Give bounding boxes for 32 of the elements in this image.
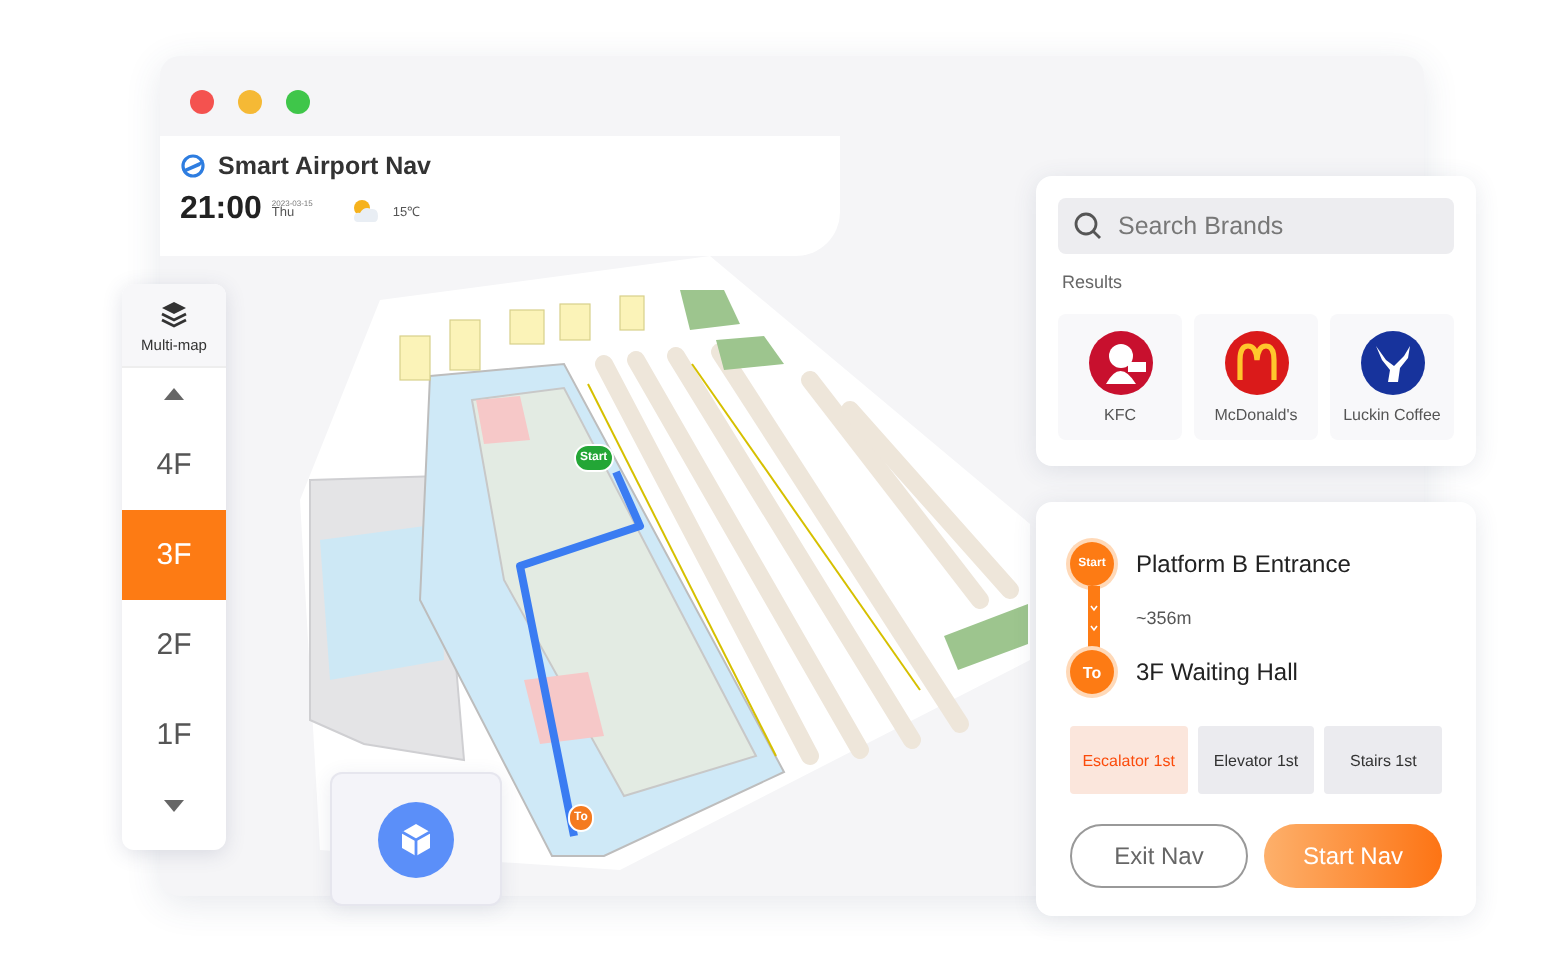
results-label: Results xyxy=(1062,272,1125,292)
cube-icon xyxy=(398,821,434,857)
route-option[interactable]: Elevator 1st xyxy=(1197,726,1315,794)
destination-text: 3F Waiting Hall xyxy=(1136,658,1300,686)
search-icon xyxy=(1074,212,1102,240)
arches-logo-icon xyxy=(1223,330,1289,396)
brand-result[interactable]: Luckin Coffee xyxy=(1330,314,1454,440)
scroll-up-button[interactable] xyxy=(122,368,226,420)
close-button[interactable] xyxy=(190,90,214,114)
maximize-button[interactable] xyxy=(286,90,310,114)
deer-logo-icon xyxy=(1359,330,1425,396)
up-triangle-icon xyxy=(164,388,184,400)
floor-tab[interactable]: 1F xyxy=(122,690,226,780)
exit-nav-button[interactable]: Exit Nav xyxy=(1070,824,1249,888)
minimize-button[interactable] xyxy=(238,90,262,114)
route-connector-icon xyxy=(1088,586,1100,650)
distance-text: ~356m xyxy=(1136,608,1194,628)
route-option[interactable]: Stairs 1st xyxy=(1324,726,1443,794)
app-title: Smart Airport Nav xyxy=(218,152,432,180)
down-triangle-icon xyxy=(164,800,184,812)
layers-icon[interactable] xyxy=(160,300,188,328)
search-field[interactable]: Search Brands xyxy=(1058,198,1454,254)
floor-tab[interactable]: 2F xyxy=(122,600,226,690)
clock-time: 21:00 xyxy=(180,192,262,228)
floor-tab[interactable]: 4F xyxy=(122,420,226,510)
bust-logo-icon xyxy=(1087,330,1153,396)
destination-badge: To xyxy=(1070,650,1114,694)
partly-cloudy-icon xyxy=(350,198,383,222)
origin-text: Platform B Entrance xyxy=(1136,550,1353,578)
cube-view-button[interactable] xyxy=(378,801,454,877)
brand-result[interactable]: McDonald's xyxy=(1194,314,1318,440)
brand-result[interactable]: KFC xyxy=(1058,314,1182,440)
